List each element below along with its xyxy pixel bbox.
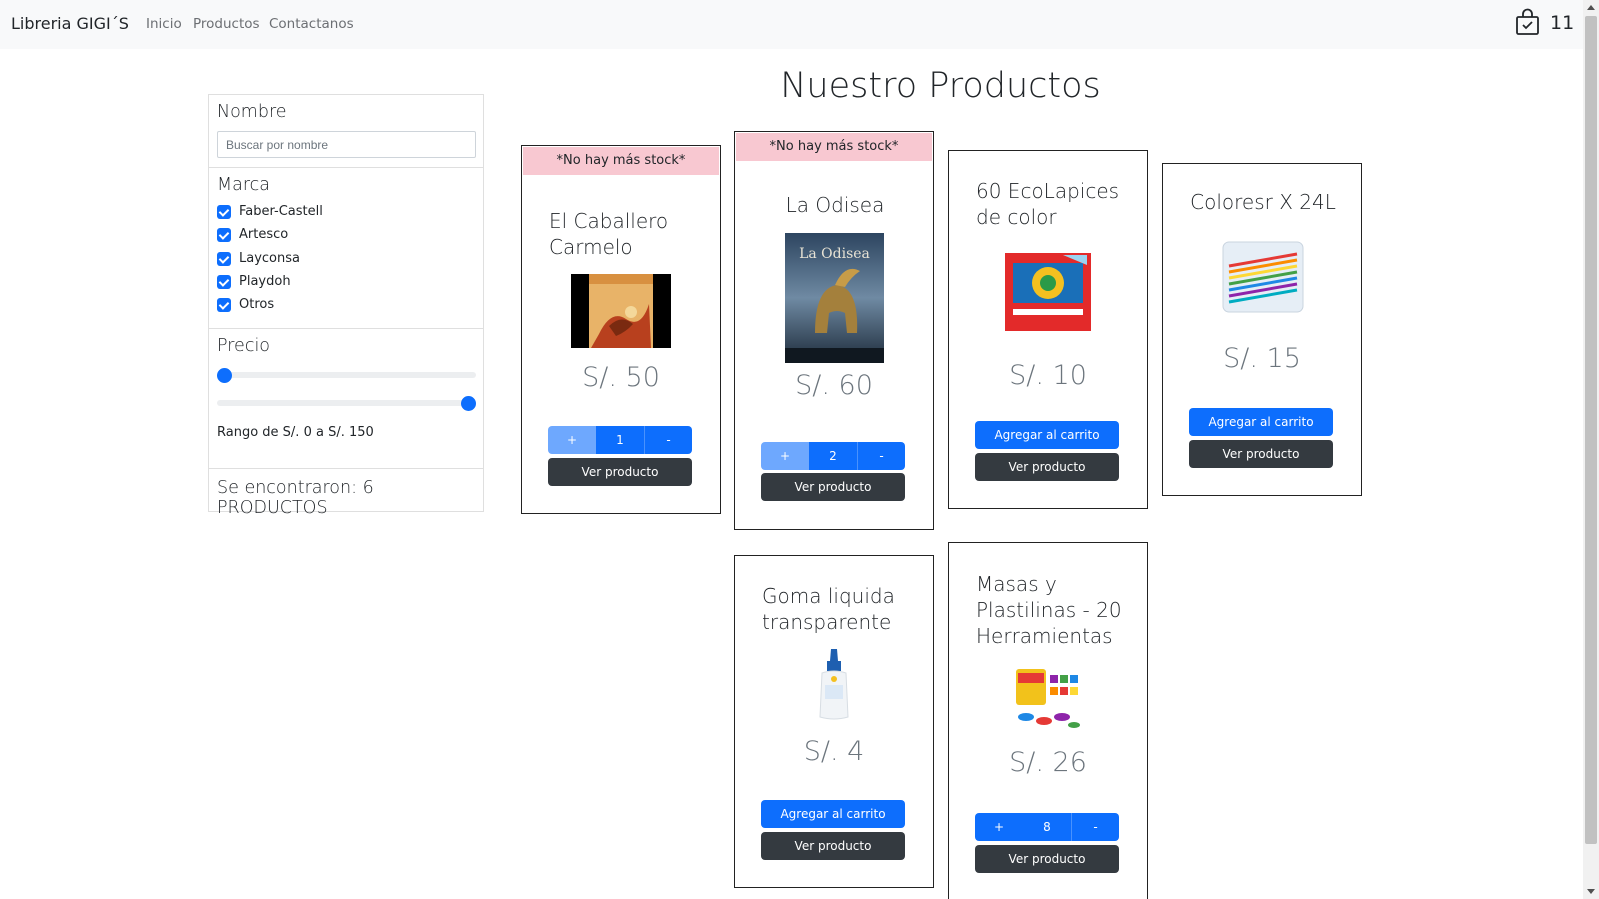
product-price: S/. 60: [795, 370, 873, 401]
increase-button[interactable]: +: [548, 426, 596, 454]
price-max-slider[interactable]: [217, 395, 476, 411]
quantity-stepper[interactable]: + 2 -: [761, 442, 905, 470]
nav-link-inicio[interactable]: Inicio: [146, 16, 182, 32]
page-title: Nuestro Productos: [780, 66, 1101, 106]
view-product-button[interactable]: Ver producto: [1189, 440, 1333, 468]
view-product-button[interactable]: Ver producto: [975, 453, 1119, 481]
results-section: Se encontraron: 6 PRODUCTOS: [209, 469, 483, 518]
product-card: 60 EcoLapices de color S/. 10 Agregar al…: [948, 150, 1148, 509]
scroll-down-arrow-icon[interactable]: [1587, 889, 1595, 894]
filter-brand-section: Marca Faber-Castell Artesco Layconsa Pla…: [209, 168, 483, 329]
filter-name-section: Nombre: [209, 95, 483, 168]
navbar: Libreria GIGI´S Inicio Productos Contact…: [0, 0, 1583, 49]
increase-button[interactable]: +: [761, 442, 809, 470]
product-price: S/. 26: [1009, 747, 1087, 778]
product-card: Masas y Plastilinas - 20 Herramientas S/…: [948, 542, 1148, 899]
product-card: Coloresr X 24L S/. 15 Agregar al carrito…: [1162, 163, 1362, 496]
product-image: [1014, 665, 1084, 733]
nav-link-productos[interactable]: Productos: [193, 16, 260, 32]
nav-link-contactanos[interactable]: Contactanos: [269, 16, 354, 32]
product-card: *No hay más stock* El Caballero Carmelo …: [521, 145, 721, 514]
decrease-button[interactable]: -: [644, 426, 692, 454]
out-of-stock-banner: *No hay más stock*: [736, 133, 932, 161]
product-name: 60 EcoLapices de color: [976, 179, 1120, 229]
view-product-button[interactable]: Ver producto: [761, 473, 905, 501]
increase-button[interactable]: +: [975, 813, 1023, 841]
checkbox-checked-icon[interactable]: [217, 298, 231, 312]
product-image: [1219, 236, 1307, 318]
product-name: El Caballero Carmelo: [549, 209, 669, 259]
price-max-handle[interactable]: [461, 395, 476, 411]
quantity-stepper[interactable]: + 1 -: [548, 426, 692, 454]
product-image: [571, 274, 671, 348]
out-of-stock-banner: *No hay más stock*: [523, 147, 719, 175]
product-name: Coloresr X 24L: [1190, 190, 1336, 214]
view-product-button[interactable]: Ver producto: [548, 458, 692, 486]
checkbox-checked-icon[interactable]: [217, 228, 231, 242]
checkbox-checked-icon[interactable]: [217, 252, 231, 266]
product-price: S/. 4: [803, 736, 865, 767]
price-min-slider[interactable]: [217, 367, 476, 383]
filter-price-heading: Precio: [217, 336, 271, 356]
brand-label: Playdoh: [239, 274, 291, 289]
brand-label: Artesco: [239, 227, 289, 242]
scroll-up-arrow-icon[interactable]: [1587, 5, 1595, 10]
product-image: [817, 649, 851, 721]
product-image: [1003, 251, 1093, 333]
product-price: S/. 10: [1009, 360, 1087, 391]
checkbox-checked-icon[interactable]: [217, 205, 231, 219]
filter-panel: Nombre Marca Faber-Castell Artesco Layco…: [208, 94, 484, 518]
add-to-cart-button[interactable]: Agregar al carrito: [975, 421, 1119, 449]
results-count: Se encontraron: 6 PRODUCTOS: [217, 478, 374, 518]
decrease-button[interactable]: -: [1071, 813, 1119, 841]
scroll-thumb[interactable]: [1585, 16, 1597, 844]
brand-label: Otros: [239, 297, 275, 312]
filter-name-heading: Nombre: [217, 102, 287, 122]
book-cover-title: La Odisea: [799, 246, 870, 262]
product-price: S/. 15: [1223, 343, 1301, 374]
quantity-value: 2: [809, 442, 857, 470]
price-min-handle[interactable]: [217, 367, 232, 383]
checkbox-checked-icon[interactable]: [217, 275, 231, 289]
cart-icon[interactable]: [1514, 8, 1541, 36]
quantity-value: 1: [596, 426, 644, 454]
add-to-cart-button[interactable]: Agregar al carrito: [1189, 408, 1333, 436]
price-range-text: Rango de S/. 0 a S/. 150: [217, 425, 374, 440]
product-card: *No hay más stock* La Odisea La Odisea S…: [734, 131, 934, 530]
brand-label: Layconsa: [239, 251, 300, 266]
quantity-stepper[interactable]: + 8 -: [975, 813, 1119, 841]
view-product-button[interactable]: Ver producto: [761, 832, 905, 860]
search-input[interactable]: [217, 131, 476, 158]
page-scrollbar[interactable]: [1583, 0, 1599, 899]
product-image: La Odisea: [785, 233, 884, 363]
product-name: La Odisea: [785, 193, 885, 217]
filter-price-section: Precio Rango de S/. 0 a S/. 150: [209, 329, 483, 469]
product-name: Masas y Plastilinas - 20 Herramientas: [976, 572, 1122, 648]
product-card: Goma liquida transparente S/. 4 Agregar …: [734, 555, 934, 888]
quantity-value: 8: [1023, 813, 1071, 841]
add-to-cart-button[interactable]: Agregar al carrito: [761, 800, 905, 828]
product-name: Goma liquida transparente: [762, 584, 895, 634]
product-price: S/. 50: [582, 362, 660, 393]
view-product-button[interactable]: Ver producto: [975, 845, 1119, 873]
decrease-button[interactable]: -: [857, 442, 905, 470]
brand-label: Faber-Castell: [239, 204, 323, 219]
cart-count: 11: [1550, 12, 1575, 34]
filter-brand-heading: Marca: [217, 175, 270, 195]
brand-logo[interactable]: Libreria GIGI´S: [11, 14, 129, 33]
